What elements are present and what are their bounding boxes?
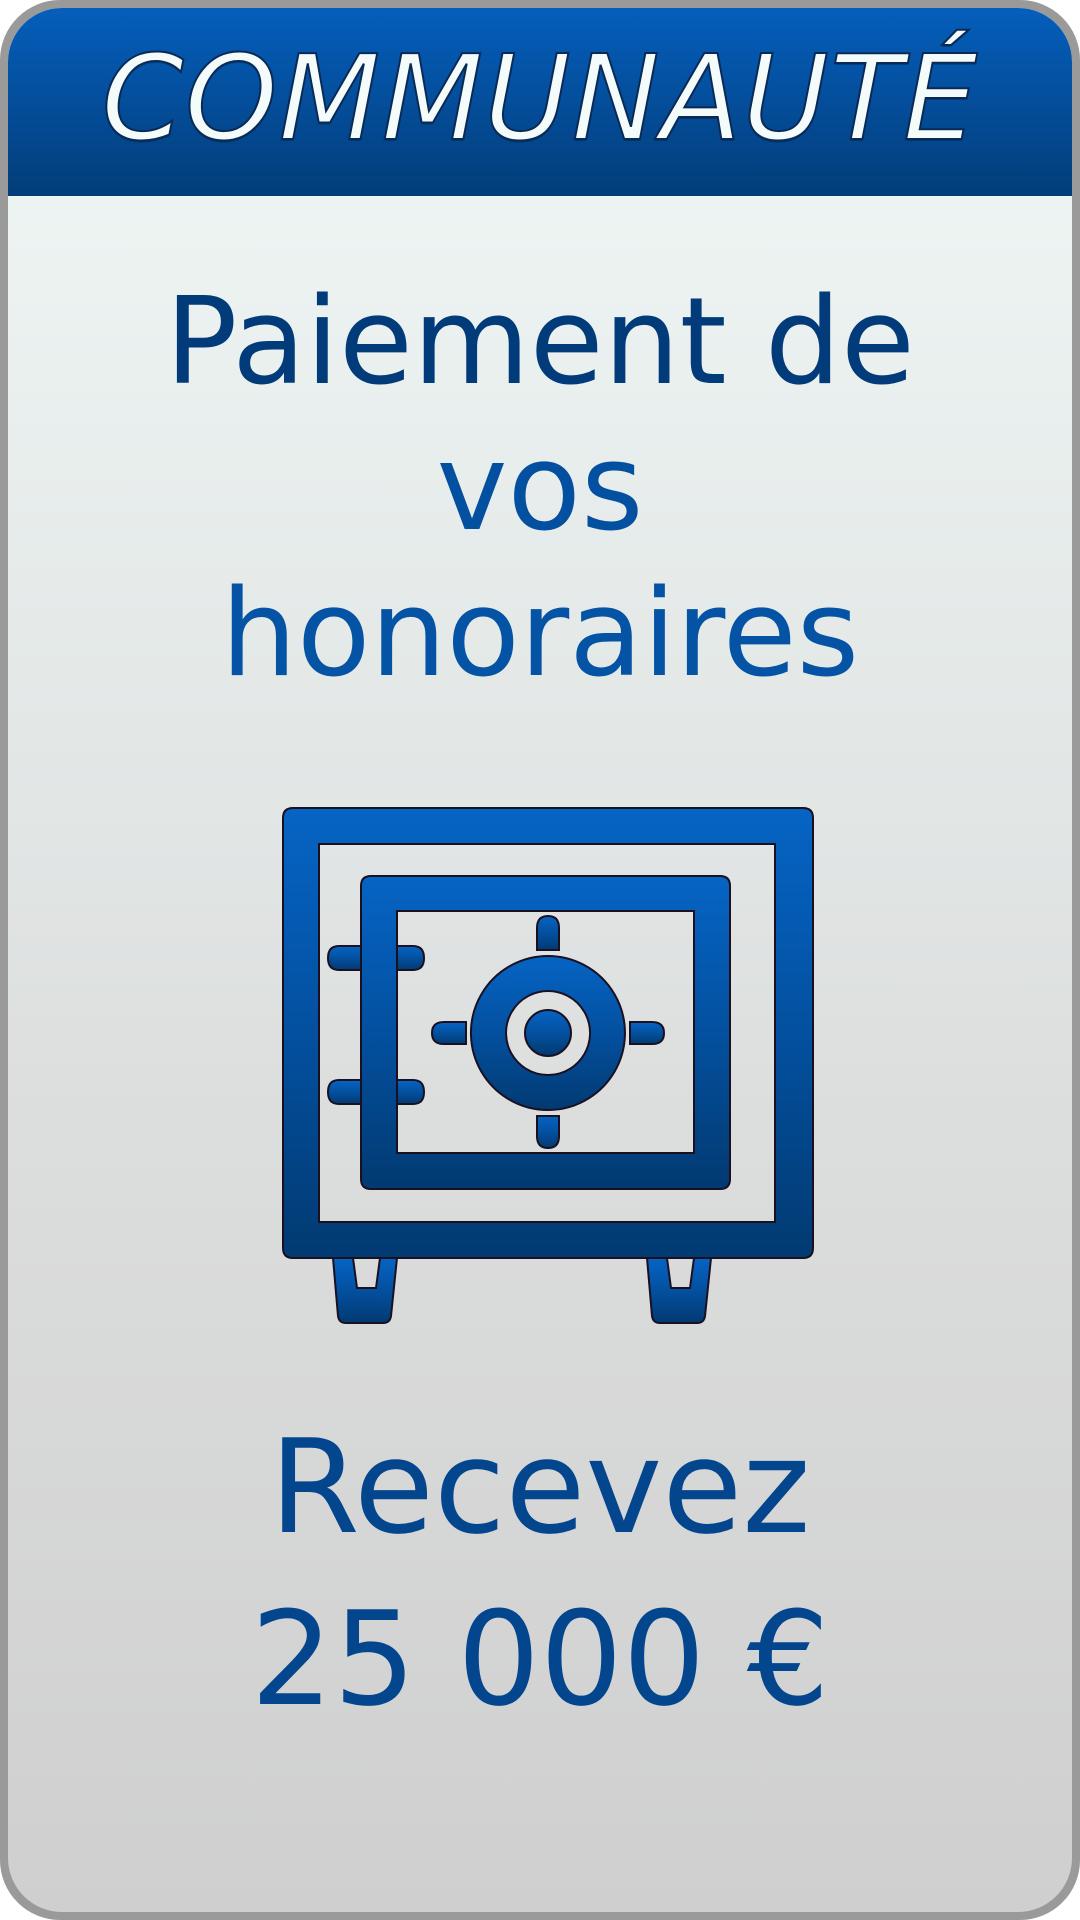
card-category-title: COMMUNAUTÉ	[100, 29, 979, 167]
card-title-line-3: honoraires	[220, 565, 860, 704]
card-title: Paiement de vos honoraires	[8, 270, 1072, 708]
community-chest-card: COMMUNAUTÉ Paiement de vos honoraires Re…	[0, 0, 1080, 1920]
reward-label: Recevez	[269, 1411, 811, 1563]
card-header: COMMUNAUTÉ	[8, 8, 1072, 196]
card-body: COMMUNAUTÉ Paiement de vos honoraires Re…	[8, 8, 1072, 1912]
reward-amount: 25 000 €	[250, 1583, 830, 1735]
reward-text: Recevez 25 000 €	[8, 1401, 1072, 1745]
card-title-line-2: vos	[436, 419, 644, 558]
card-title-line-1: Paiement de	[165, 273, 915, 412]
safe-icon	[273, 798, 823, 1328]
